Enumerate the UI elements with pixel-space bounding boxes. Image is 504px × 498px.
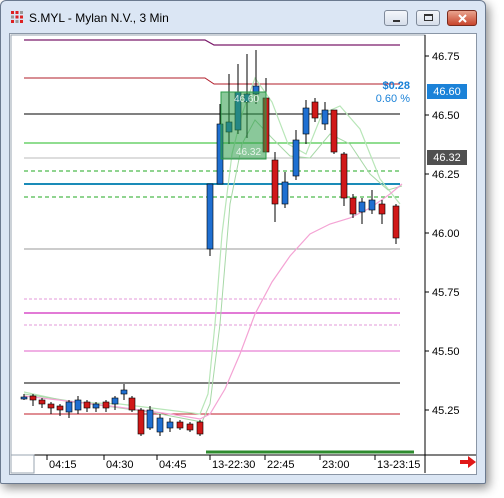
- candle-body: [38, 399, 46, 405]
- candle-body: [120, 389, 128, 395]
- candle-body: [29, 395, 37, 401]
- time-tick: 13-23:15: [377, 459, 420, 471]
- plot-area: [10, 34, 426, 456]
- candle-body: [271, 159, 279, 205]
- candle-body: [302, 107, 310, 135]
- chart-area[interactable]: 46.60 46.32 $0.28 0.60 % 46.75 46.50 46.…: [9, 33, 477, 475]
- time-tick: 04:30: [106, 459, 134, 471]
- candle-body: [340, 153, 348, 199]
- time-axis: 04:15 04:30 04:45 13-22:30 22:45 23:00 1…: [46, 455, 420, 471]
- candle-body: [392, 205, 400, 239]
- candle-body: [156, 417, 164, 433]
- last-price-label: 46.60: [433, 86, 461, 98]
- candle-body: [186, 423, 194, 431]
- price-axis: 46.75 46.50 46.25 46.00 45.75 45.50 45.2…: [425, 51, 460, 417]
- candle-body: [65, 401, 73, 413]
- time-tick: 23:00: [322, 459, 350, 471]
- close-button[interactable]: [447, 10, 477, 26]
- price-tick: 45.75: [432, 287, 460, 299]
- app-icon: [11, 11, 23, 23]
- candle-body: [196, 421, 204, 435]
- candle-body: [146, 409, 154, 429]
- candle-body: [358, 201, 366, 213]
- candle-body: [281, 181, 289, 205]
- price-tick: 46.25: [432, 169, 460, 181]
- candle-body: [74, 399, 82, 411]
- price-tick: 46.75: [432, 51, 460, 63]
- time-tick: 22:45: [267, 459, 295, 471]
- minimize-icon: [393, 20, 400, 22]
- candle-body: [111, 397, 119, 405]
- time-tick: 04:45: [159, 459, 187, 471]
- maximize-icon: [424, 14, 433, 21]
- candle-body: [311, 101, 319, 119]
- candle-body: [47, 403, 55, 409]
- candle-body: [368, 199, 376, 211]
- title-bar[interactable]: S.MYL - Mylan N.V., 3 Min: [1, 1, 485, 33]
- box-top-label: 46.60: [234, 94, 259, 105]
- candle-body: [292, 139, 300, 177]
- window-title: S.MYL - Mylan N.V., 3 Min: [29, 11, 169, 25]
- time-tick: 13-22:30: [212, 459, 255, 471]
- candle-body: [176, 421, 184, 429]
- candle-body: [92, 403, 100, 409]
- change-amount: $0.28: [382, 80, 410, 92]
- change-percent: 0.60 %: [376, 93, 410, 105]
- price-tick: 45.50: [432, 346, 460, 358]
- candle-body: [56, 405, 64, 411]
- candle-body: [102, 401, 110, 409]
- candle-body: [20, 396, 28, 400]
- price-tick: 46.00: [432, 228, 460, 240]
- maximize-button[interactable]: [416, 10, 440, 26]
- candle-body: [166, 421, 174, 429]
- candle-body: [128, 397, 136, 411]
- candle-body: [83, 401, 91, 409]
- time-tick: 04:15: [49, 459, 77, 471]
- candle-body: [378, 203, 386, 215]
- minimize-button[interactable]: [384, 10, 408, 26]
- price-tick: 45.25: [432, 405, 460, 417]
- box-bottom-label: 46.32: [236, 147, 261, 158]
- candle-body: [330, 109, 338, 153]
- candle-body: [321, 109, 329, 125]
- chart-window: S.MYL - Mylan N.V., 3 Min 46.60 46.32 $0…: [0, 0, 486, 484]
- candle-body: [206, 183, 214, 250]
- corner-box: [10, 454, 35, 474]
- price-tick: 46.50: [432, 110, 460, 122]
- reference-price-label: 46.32: [433, 152, 461, 164]
- scroll-right-arrow-icon[interactable]: [459, 455, 477, 469]
- close-icon: [458, 14, 467, 23]
- candle-body: [349, 197, 357, 215]
- candle-body: [137, 409, 145, 435]
